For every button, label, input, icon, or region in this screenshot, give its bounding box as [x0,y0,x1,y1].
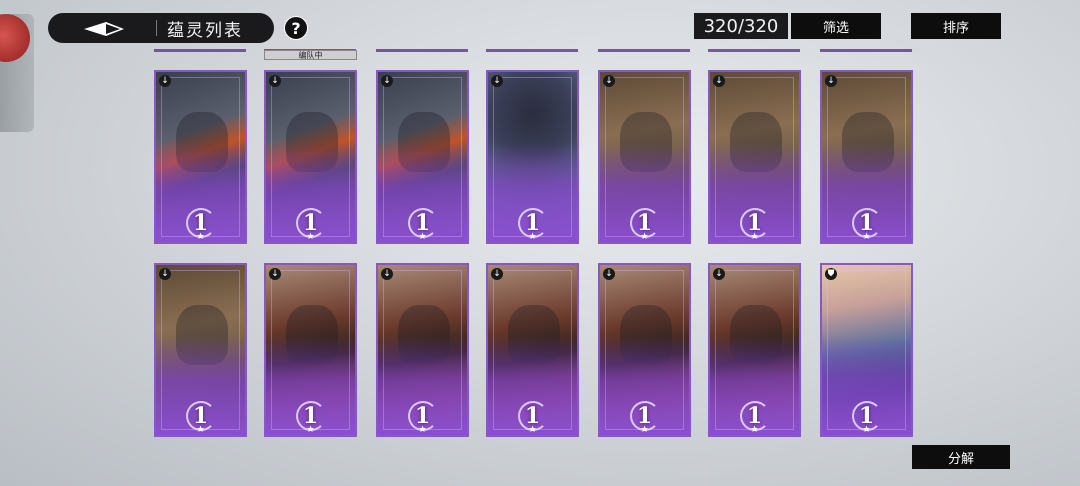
star-icon: ★ [418,232,427,242]
lock-icon: ↓ [159,75,171,87]
scrolled-card-edge [376,38,468,52]
card-red-crested-warrior[interactable]: ↓ 1 ★ [708,263,801,437]
card-dark-hooded-assassin[interactable]: ↓ 1 ★ [486,70,579,244]
lock-icon: ↓ [825,75,837,87]
star-icon: ★ [750,232,759,242]
card-orange-haired-knight[interactable]: ↓ 1 ★ [376,70,469,244]
star-icon: ★ [862,425,871,435]
shield-icon: ⛊ [825,268,837,280]
filter-button[interactable]: 筛选 [791,13,881,39]
card-red-crested-warrior[interactable]: ↓ 1 ★ [376,263,469,437]
card-red-crested-warrior[interactable]: ↓ 1 ★ [264,263,357,437]
star-icon: ★ [528,425,537,435]
divider [156,20,157,36]
back-button[interactable] [48,13,148,43]
star-icon: ★ [196,425,205,435]
scrolled-card-edge [154,38,246,52]
card-count: 320/320 [694,13,788,39]
lock-icon: ↓ [381,75,393,87]
scrolled-card-edge [598,38,690,52]
card-spiked-armored-brute[interactable]: ↓ 1 ★ [820,70,913,244]
card-spiked-armored-brute[interactable]: ↓ 1 ★ [708,70,801,244]
star-icon: ★ [862,232,871,242]
lock-icon: ↓ [603,268,615,280]
decompose-button[interactable]: 分解 [912,445,1010,469]
lock-icon: ↓ [269,75,281,87]
lock-icon: ↓ [603,75,615,87]
star-icon: ★ [528,232,537,242]
lock-icon: ↓ [713,268,725,280]
in-team-tag: 编队中 [264,50,357,60]
lock-icon: ↓ [491,75,503,87]
star-icon: ★ [196,232,205,242]
star-icon: ★ [306,232,315,242]
card-blue-dress-girl[interactable]: ⛊ 1 ★ [820,263,913,437]
lock-icon: ↓ [159,268,171,280]
star-icon: ★ [640,232,649,242]
question-mark-icon[interactable]: ? [284,16,308,40]
card-orange-haired-knight[interactable]: ↓ 1 ★ [264,70,357,244]
page-title: 蕴灵列表 [167,20,243,41]
card-orange-haired-knight[interactable]: ↓ 1 ★ [154,70,247,244]
card-red-crested-warrior[interactable]: ↓ 1 ★ [486,263,579,437]
scrolled-card-edge [820,38,912,52]
lock-icon: ↓ [269,268,281,280]
lock-icon: ↓ [491,268,503,280]
star-icon: ★ [418,425,427,435]
star-icon: ★ [750,425,759,435]
card-spiked-armored-brute[interactable]: ↓ 1 ★ [598,70,691,244]
lock-icon: ↓ [713,75,725,87]
card-spiked-armored-brute[interactable]: ↓ 1 ★ [154,263,247,437]
scrolled-card-edge [486,38,578,52]
lock-icon: ↓ [381,268,393,280]
card-red-crested-warrior[interactable]: ↓ 1 ★ [598,263,691,437]
star-icon: ★ [306,425,315,435]
star-icon: ★ [640,425,649,435]
scrolled-card-edge [708,38,800,52]
diamond-arrow-icon [84,22,124,36]
sort-button[interactable]: 排序 [911,13,1001,39]
